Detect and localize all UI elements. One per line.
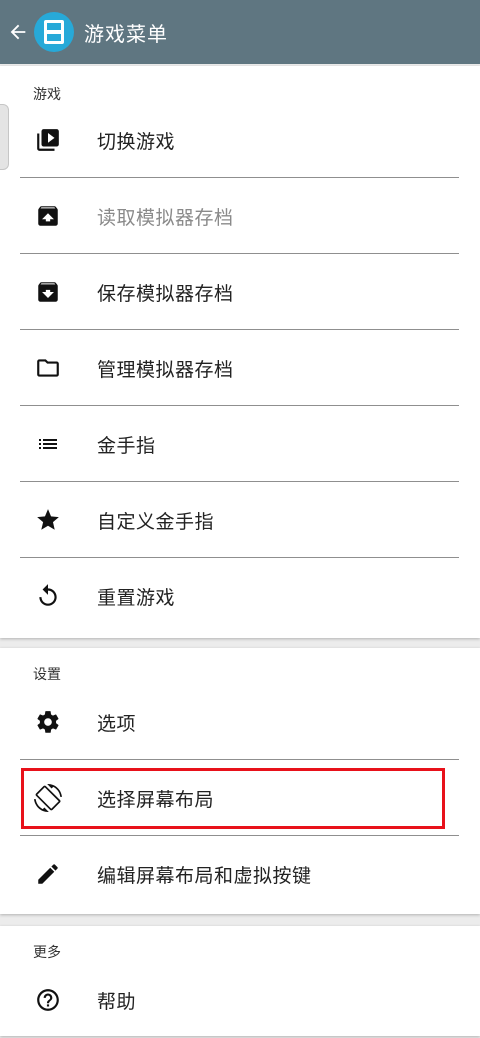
list-icon [34, 430, 62, 458]
pencil-icon [34, 860, 62, 888]
help-circle-icon [34, 986, 62, 1014]
menu-item-label: 帮助 [97, 990, 137, 1013]
star-icon [34, 506, 62, 534]
menu-item-reset-game[interactable]: 重置游戏 [0, 558, 480, 634]
page-title: 游戏菜单 [84, 21, 168, 46]
load-archive-icon [34, 202, 62, 230]
gear-icon [34, 708, 62, 736]
menu-item-switch-game[interactable]: 切换游戏 [0, 102, 480, 178]
menu-item-manage-save-states[interactable]: 管理模拟器存档 [0, 330, 480, 406]
menu-item-cheats[interactable]: 金手指 [0, 406, 480, 482]
menu-item-label: 金手指 [97, 434, 156, 457]
menu-item-label: 保存模拟器存档 [97, 282, 234, 305]
app-bar: 游戏菜单 [0, 0, 480, 64]
menu-item-label: 管理模拟器存档 [97, 358, 234, 381]
menu-item-label: 编辑屏幕布局和虚拟按键 [97, 864, 312, 887]
game-section: 游戏 切换游戏 读取模拟器存档 保存模拟器存档 管理模拟器存档 金手指 自定义金… [0, 66, 480, 638]
restart-icon [34, 582, 62, 610]
menu-item-edit-screen-layout[interactable]: 编辑屏幕布局和虚拟按键 [0, 836, 480, 912]
arrow-back-icon[interactable] [2, 0, 34, 64]
highlight-box [21, 768, 445, 829]
menu-item-save-state[interactable]: 保存模拟器存档 [0, 254, 480, 330]
section-header-game: 游戏 [33, 87, 61, 103]
more-section: 更多 帮助 [0, 926, 480, 1036]
folder-icon [34, 354, 62, 382]
menu-item-label: 切换游戏 [97, 130, 176, 153]
menu-item-help[interactable]: 帮助 [0, 962, 480, 1038]
menu-item-options[interactable]: 选项 [0, 684, 480, 760]
scrollbar-thumb[interactable] [0, 104, 9, 170]
menu-item-custom-cheats[interactable]: 自定义金手指 [0, 482, 480, 558]
save-archive-icon [34, 278, 62, 306]
menu-item-label: 重置游戏 [97, 586, 176, 609]
menu-item-label: 读取模拟器存档 [97, 206, 234, 229]
play-library-icon [34, 126, 62, 154]
menu-item-label: 选项 [97, 712, 137, 735]
menu-item-label: 自定义金手指 [97, 510, 215, 533]
nintendo-ds-logo-icon [34, 12, 74, 52]
section-header-more: 更多 [33, 945, 61, 961]
section-header-settings: 设置 [33, 667, 61, 683]
menu-item-load-save-state[interactable]: 读取模拟器存档 [0, 178, 480, 254]
